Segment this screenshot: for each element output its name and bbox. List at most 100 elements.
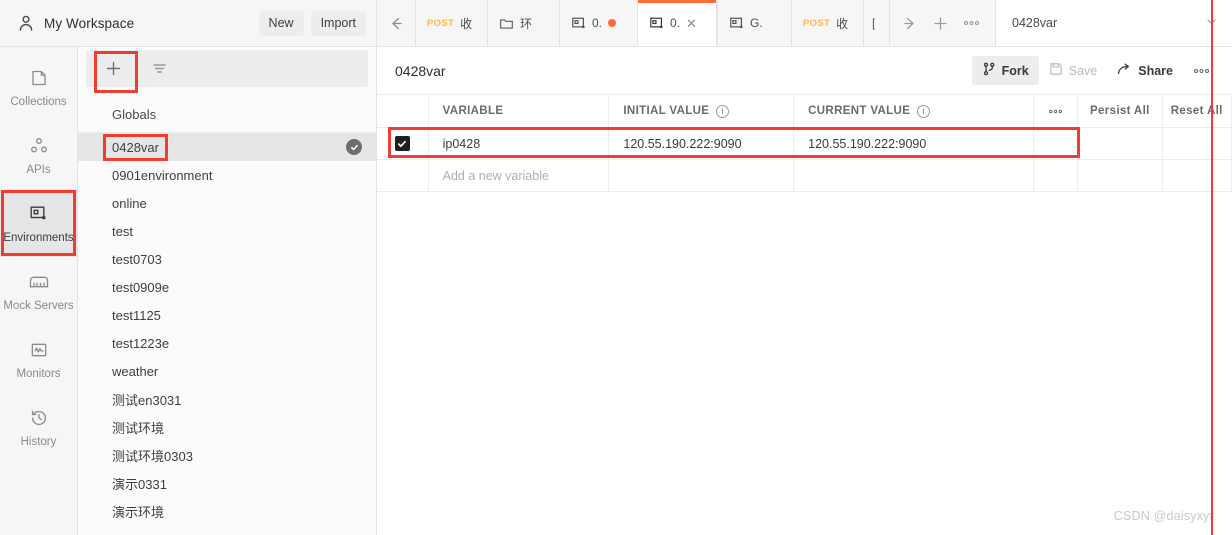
variable-current-value-cell[interactable]: 120.55.190.222:9090 — [794, 128, 1035, 159]
list-item[interactable]: online — [78, 189, 376, 217]
tab-label: 收 — [836, 16, 849, 31]
sidebar-item-collections[interactable]: Collections — [0, 53, 77, 121]
folder-icon — [499, 16, 514, 31]
monitors-icon — [29, 339, 49, 361]
environment-name: 演示环境 — [112, 504, 165, 520]
tab-environment-globals[interactable]: G. — [717, 0, 791, 46]
table-header-row: VARIABLE INITIAL VALUE i CURRENT VALUE i… — [377, 95, 1232, 128]
more-options-icon[interactable] — [963, 19, 980, 27]
plus-icon[interactable] — [94, 50, 138, 93]
add-variable-row[interactable]: Add a new variable — [377, 160, 1232, 192]
environment-selector-value: 0428var — [1012, 16, 1058, 30]
add-variable-input[interactable]: Add a new variable — [429, 160, 610, 191]
header-label-current-value: CURRENT VALUE — [808, 105, 911, 117]
save-button[interactable]: Save — [1039, 56, 1108, 85]
add-current-value-input[interactable] — [794, 160, 1035, 191]
list-item[interactable]: test1223e — [78, 329, 376, 357]
sidebar-item-mock-servers[interactable]: Mock Servers — [0, 257, 77, 325]
environment-header: 0428var Fork Save Share — [377, 47, 1232, 95]
more-options-button[interactable] — [1183, 58, 1220, 84]
close-icon[interactable]: ✕ — [686, 17, 697, 30]
postman-app-window: My Workspace New Import POST 收 环 0. 0. ✕… — [0, 0, 1232, 535]
sidebar-item-history[interactable]: History — [0, 393, 77, 461]
variable-name-cell[interactable]: ip0428 — [429, 128, 610, 159]
sidebar-item-environments[interactable]: Environments — [0, 189, 77, 257]
row-reset-cell[interactable] — [1163, 128, 1232, 159]
environment-name: weather — [112, 363, 159, 379]
table-more-options-button[interactable] — [1034, 95, 1079, 127]
list-item[interactable]: 演示0331 — [78, 469, 376, 497]
list-item[interactable]: test0703 — [78, 245, 376, 273]
main-content: 0428var Fork Save Share VARIABLE INITIAL… — [377, 47, 1232, 535]
fork-button[interactable]: Fork — [971, 56, 1039, 85]
tab-post-2[interactable]: POST 收 — [791, 0, 863, 46]
page-title: 0428var — [395, 62, 446, 79]
table-row[interactable]: ip0428 120.55.190.222:9090 120.55.190.22… — [377, 128, 1232, 160]
row-persist-cell[interactable] — [1078, 128, 1163, 159]
row-more-options[interactable] — [1034, 128, 1079, 159]
history-icon — [29, 407, 49, 429]
environment-name: online — [112, 195, 147, 211]
environment-name: 演示0331 — [112, 476, 167, 492]
tab-actions — [889, 0, 991, 46]
list-item[interactable]: test0909e — [78, 273, 376, 301]
environment-name: test0909e — [112, 279, 170, 295]
reset-all-button[interactable]: Reset All — [1163, 95, 1232, 127]
sidebar-item-apis[interactable]: APIs — [0, 121, 77, 189]
sidebar-item-monitors[interactable]: Monitors — [0, 325, 77, 393]
navigation-rail: Collections APIs Environments Mock Serve… — [0, 47, 78, 535]
tab-bar: POST 收 环 0. 0. ✕ G. POST 收 [0428var — [377, 0, 1232, 47]
environments-panel: Globals 0428var 0901environment online t… — [78, 47, 377, 535]
sidebar-item-label: APIs — [26, 163, 51, 176]
list-item[interactable]: 测试环境0303 — [78, 441, 376, 469]
import-button[interactable]: Import — [310, 10, 366, 36]
persist-all-button[interactable]: Persist All — [1078, 95, 1163, 127]
sidebar-item-label: Mock Servers — [3, 299, 74, 312]
variable-initial-value-cell[interactable]: 120.55.190.222:9090 — [609, 128, 795, 159]
header-label-variable: VARIABLE — [442, 105, 504, 117]
list-item[interactable]: test — [78, 217, 376, 245]
environment-name: test0703 — [112, 251, 162, 267]
environment-globals-label: Globals — [112, 107, 157, 122]
header-label-initial-value: INITIAL VALUE — [623, 105, 710, 117]
arrow-left-icon[interactable] — [377, 0, 415, 46]
environment-selector[interactable]: 0428var — [995, 0, 1232, 46]
environment-name: 0901environment — [112, 167, 213, 183]
list-item[interactable]: test1125 — [78, 301, 376, 329]
list-item[interactable]: 演示环境 — [78, 497, 376, 525]
fork-icon — [982, 62, 996, 79]
add-initial-value-input[interactable] — [609, 160, 795, 191]
tab-post-1[interactable]: POST 收 — [415, 0, 487, 46]
watermark: CSDN @daisyxyr — [1113, 509, 1214, 523]
list-item[interactable]: 0901environment — [78, 161, 376, 189]
new-button[interactable]: New — [258, 10, 304, 36]
more-options-icon — [1193, 64, 1210, 78]
list-item[interactable]: 测试en3031 — [78, 385, 376, 413]
tab-environment-0-unsaved[interactable]: 0. — [559, 0, 637, 46]
variable-enabled-checkbox[interactable] — [394, 136, 410, 151]
environment-icon — [649, 16, 664, 31]
workspace-bar: My Workspace New Import — [0, 0, 377, 47]
list-item[interactable]: 0428var — [78, 133, 376, 161]
add-row-persist — [1078, 160, 1163, 191]
info-icon[interactable]: i — [917, 104, 931, 118]
new-tab-icon[interactable] — [932, 15, 949, 32]
tab-collection-huan[interactable]: 环 — [487, 0, 559, 46]
filter-icon[interactable] — [146, 56, 172, 82]
tab-partial[interactable]: [ — [863, 0, 889, 46]
tab-method-label: POST — [427, 17, 455, 29]
forward-arrow-icon[interactable] — [901, 15, 918, 32]
sidebar-item-label: Environments — [3, 231, 74, 244]
environment-icon — [729, 16, 744, 31]
add-variable-placeholder: Add a new variable — [442, 168, 549, 183]
tab-environment-0428var-active[interactable]: 0. ✕ — [637, 0, 717, 46]
header-cell-current-value: CURRENT VALUE i — [794, 95, 1035, 127]
add-row-more — [1034, 160, 1079, 191]
environment-name: test1223e — [112, 335, 170, 351]
share-button[interactable]: Share — [1107, 56, 1183, 85]
list-item[interactable]: weather — [78, 357, 376, 385]
list-item[interactable]: 测试环境 — [78, 413, 376, 441]
environments-icon — [28, 203, 49, 225]
info-icon[interactable]: i — [716, 104, 730, 118]
environment-globals-row[interactable]: Globals — [78, 97, 376, 133]
